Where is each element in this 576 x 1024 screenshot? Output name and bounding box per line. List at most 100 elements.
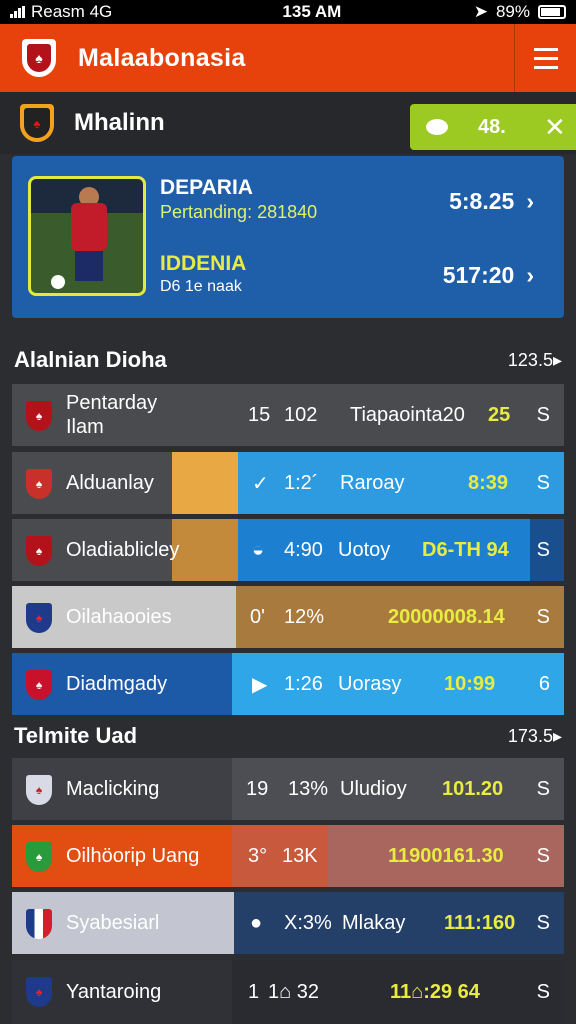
table-row[interactable]: ♠ Alduanlay ✓ 1:2´ Raroay 8:39 S	[12, 452, 564, 514]
table-row[interactable]: Syabesiarl ● X:3% Mlakay 111:160 S	[12, 892, 564, 954]
sub-header: ♠ Mhalinn 48. ✕	[0, 92, 576, 154]
featured-match-card[interactable]: DEPARIA Pertanding: 281840 IDDENIA D6 1e…	[12, 156, 564, 318]
cell-2: 12%	[284, 605, 325, 628]
cell-4: 8:39	[468, 471, 509, 494]
table-row[interactable]: ♠ Oilahaooies 0' 12% 20000008.14 S	[12, 586, 564, 648]
cell-3: Raroay	[340, 471, 405, 494]
carrier-label: Reasm 4G	[31, 2, 113, 21]
cell-1: 0'	[250, 605, 265, 628]
cell-1: 3°	[248, 844, 268, 867]
section-header: Telmite Uad 173.5▸	[0, 712, 576, 760]
section-title: Telmite Uad	[14, 723, 138, 748]
section-more-link[interactable]: 123.5▸	[508, 350, 562, 371]
close-icon[interactable]: ✕	[544, 112, 566, 143]
cell-1: 15	[248, 403, 271, 426]
cell-3: Tiapaointa20	[350, 403, 465, 426]
featured-team-sub: D6 1e naak	[160, 278, 242, 295]
cell-end: S	[536, 777, 550, 800]
cell-end: S	[536, 844, 550, 867]
table-row[interactable]: ♠ Oladiablicley ◒ 4:90 Uotoy D6-TH 94 S	[12, 519, 564, 581]
featured-odd-2[interactable]: 517:20 ›	[443, 262, 546, 289]
pill-text: 48.	[478, 115, 506, 138]
cell-3: Uludioy	[340, 777, 407, 800]
sub-title: Mhalinn	[74, 109, 165, 136]
cell-2: 1:26	[284, 672, 323, 695]
cell-3: Uotoy	[338, 538, 391, 561]
app-title: Malaabonasia	[78, 43, 246, 72]
cell-2: 1:2´	[284, 471, 319, 494]
cell-2: 13K	[282, 844, 318, 867]
app-header: ♠ Malaabonasia	[0, 24, 576, 92]
cell-end: S	[536, 403, 550, 426]
team-name: Syabesiarl	[66, 911, 160, 934]
cell-2: 102	[284, 403, 318, 426]
team-logo: ♠	[20, 104, 54, 142]
cell-4: 111:160	[444, 911, 516, 934]
team-name: Diadmgady	[66, 672, 168, 695]
team-crest-icon: ♠	[26, 536, 52, 566]
featured-title: DEPARIA	[160, 176, 253, 199]
cell-4: D6-TH 94	[422, 538, 509, 561]
cell-end: S	[536, 980, 550, 1003]
odd-value: 517:20	[442, 262, 515, 288]
odd-value: 5:8.25	[449, 188, 515, 214]
crest-icon: ♠	[27, 44, 51, 72]
club-logo[interactable]: ♠	[22, 39, 56, 77]
cell-1: ✓	[252, 472, 269, 495]
cell-end: S	[536, 605, 550, 628]
cell-2: X:3%	[284, 911, 332, 934]
table-row[interactable]: ♠ Pentarday Ilam 15 102 Tiapaointa20 25 …	[12, 384, 564, 446]
clock: 135 AM	[282, 2, 342, 21]
team-crest-icon: ♠	[26, 977, 52, 1007]
signal-icon	[10, 6, 25, 18]
chevron-right-icon: ›	[526, 188, 534, 214]
team-crest-icon: ♠	[26, 469, 52, 499]
team-name: Oladiablicley	[66, 538, 180, 561]
notification-pill[interactable]: 48. ✕	[410, 104, 576, 150]
cell-2: 13%	[288, 777, 329, 800]
team-name: Oilhöorip Uang	[66, 844, 200, 867]
cell-end: 6	[538, 672, 550, 695]
team-name: Alduanlay	[66, 471, 154, 494]
cell-4: 20000008.14	[388, 605, 505, 628]
cell-1: ▶	[252, 673, 268, 696]
menu-button[interactable]	[514, 24, 576, 92]
chevron-right-icon: ›	[526, 262, 534, 288]
featured-subtitle: Pertanding: 281840	[160, 202, 318, 222]
team-crest-icon	[26, 909, 52, 939]
featured-odd-1[interactable]: 5:8.25 ›	[449, 188, 546, 215]
location-icon: ➤	[473, 2, 488, 21]
table-row[interactable]: ♠ Maclicking 19 13% Uludioy 101.20 S	[12, 758, 564, 820]
team-name: Pentarday Ilam	[66, 392, 158, 438]
table-row[interactable]: ♠ Yantaroing 1 1⌂ 32 11⌂:29 64 S	[12, 960, 564, 1024]
table-row[interactable]: ♠ Diadmgady ▶ 1:26 Uorasy 10:99 6	[12, 653, 564, 715]
team-name: Maclicking	[66, 777, 160, 800]
section-more-link[interactable]: 173.5▸	[508, 726, 562, 747]
cell-1: 1	[248, 980, 260, 1003]
cell-end: S	[536, 471, 550, 494]
player-photo	[28, 176, 146, 296]
battery-percent: 89%	[495, 2, 530, 21]
section-header: Alalnian Dioha 123.5▸	[0, 336, 576, 384]
section-title: Alalnian Dioha	[14, 347, 167, 372]
team-crest-icon: ♠	[26, 401, 52, 431]
cell-1: 19	[246, 777, 269, 800]
battery-icon	[538, 5, 566, 19]
cell-4: 25	[488, 403, 511, 426]
featured-team: IDDENIA	[160, 252, 247, 275]
cell-3: Mlakay	[342, 911, 406, 934]
cell-3: Uorasy	[338, 672, 402, 695]
crest-icon: ♠	[24, 108, 50, 138]
team-name: Oilahaooies	[66, 605, 172, 628]
cell-2: 4:90	[284, 538, 323, 561]
cell-4: 10:99	[444, 672, 496, 695]
cell-end: S	[536, 911, 550, 934]
cell-4: 101.20	[442, 777, 504, 800]
bird-icon	[426, 119, 448, 135]
cell-4: 11900161.30	[388, 844, 504, 867]
cell-1: ◒	[252, 538, 265, 561]
table-row[interactable]: ♠ Oilhöorip Uang 3° 13K 11900161.30 S	[12, 825, 564, 887]
cell-end: S	[536, 538, 550, 561]
team-crest-icon: ♠	[26, 603, 52, 633]
cell-2: 1⌂ 32	[268, 980, 320, 1003]
